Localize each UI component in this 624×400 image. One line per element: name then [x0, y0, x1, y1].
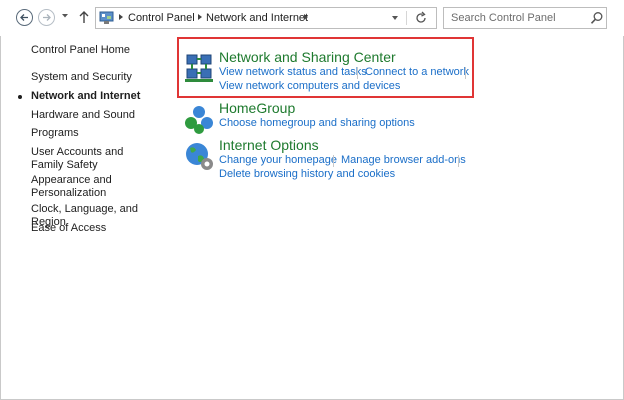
breadcrumb-separator-icon: [119, 14, 123, 20]
breadcrumb-control-panel[interactable]: Control Panel: [128, 12, 195, 24]
sidebar-item-hardware-and-sound[interactable]: Hardware and Sound: [31, 109, 166, 122]
link-view-network-status[interactable]: View network status and tasks: [219, 66, 367, 78]
up-arrow-icon[interactable]: [78, 10, 90, 24]
breadcrumb-separator-icon: [304, 14, 308, 20]
search-box[interactable]: [443, 7, 607, 29]
breadcrumb-network-and-internet[interactable]: Network and Internet: [206, 12, 308, 24]
forward-arrow-icon: [43, 14, 51, 21]
link-view-network-computers[interactable]: View network computers and devices: [219, 80, 400, 92]
navigation-bar: Control Panel Network and Internet: [0, 0, 624, 36]
sidebar-item-system-and-security[interactable]: System and Security: [31, 71, 166, 84]
back-button[interactable]: [16, 9, 33, 26]
internet-options-icon: [186, 143, 213, 170]
network-sharing-center-icon: [185, 54, 213, 82]
search-input[interactable]: [444, 8, 584, 28]
category-homegroup: HomeGroup Choose homegroup and sharing o…: [176, 100, 616, 134]
category-internet-options: Internet Options Change your homepage Ma…: [176, 137, 616, 183]
link-manage-add-ons[interactable]: Manage browser add-ons: [341, 154, 466, 166]
category-title-homegroup[interactable]: HomeGroup: [219, 100, 295, 116]
control-panel-icon: [99, 11, 114, 24]
search-icon[interactable]: [590, 11, 604, 25]
address-bar[interactable]: Control Panel Network and Internet: [95, 7, 437, 29]
category-network-sharing-center: Network and Sharing Center View network …: [176, 49, 616, 97]
link-divider: [465, 67, 466, 79]
active-bullet-icon: [18, 95, 22, 99]
sidebar-item-programs[interactable]: Programs: [31, 127, 166, 140]
sidebar-item-user-accounts[interactable]: User Accounts and Family Safety: [31, 146, 151, 172]
sidebar: Control Panel Home System and Security N…: [0, 36, 170, 400]
chevron-down-icon[interactable]: [61, 13, 69, 19]
sidebar-item-ease-of-access[interactable]: Ease of Access: [31, 222, 166, 235]
address-divider: [406, 11, 407, 25]
category-title-internet-options[interactable]: Internet Options: [219, 137, 319, 153]
sidebar-item-control-panel-home[interactable]: Control Panel Home: [31, 44, 166, 57]
link-delete-browsing-history[interactable]: Delete browsing history and cookies: [219, 168, 395, 180]
category-title-network-sharing-center[interactable]: Network and Sharing Center: [219, 49, 396, 65]
sidebar-item-appearance[interactable]: Appearance and Personalization: [31, 174, 126, 200]
link-divider: [458, 155, 459, 167]
link-change-homepage[interactable]: Change your homepage: [219, 154, 337, 166]
link-connect-to-network[interactable]: Connect to a network: [365, 66, 469, 78]
breadcrumb-separator-icon: [198, 14, 202, 20]
forward-button[interactable]: [38, 9, 55, 26]
link-choose-homegroup[interactable]: Choose homegroup and sharing options: [219, 117, 415, 129]
homegroup-icon: [185, 106, 213, 134]
link-divider: [357, 67, 358, 79]
back-arrow-icon: [20, 14, 28, 21]
main-content: Network and Sharing Center View network …: [176, 36, 616, 400]
link-divider: [333, 155, 334, 167]
address-dropdown-icon[interactable]: [392, 16, 398, 20]
refresh-icon[interactable]: [414, 11, 428, 25]
sidebar-item-network-and-internet[interactable]: Network and Internet: [31, 90, 166, 103]
